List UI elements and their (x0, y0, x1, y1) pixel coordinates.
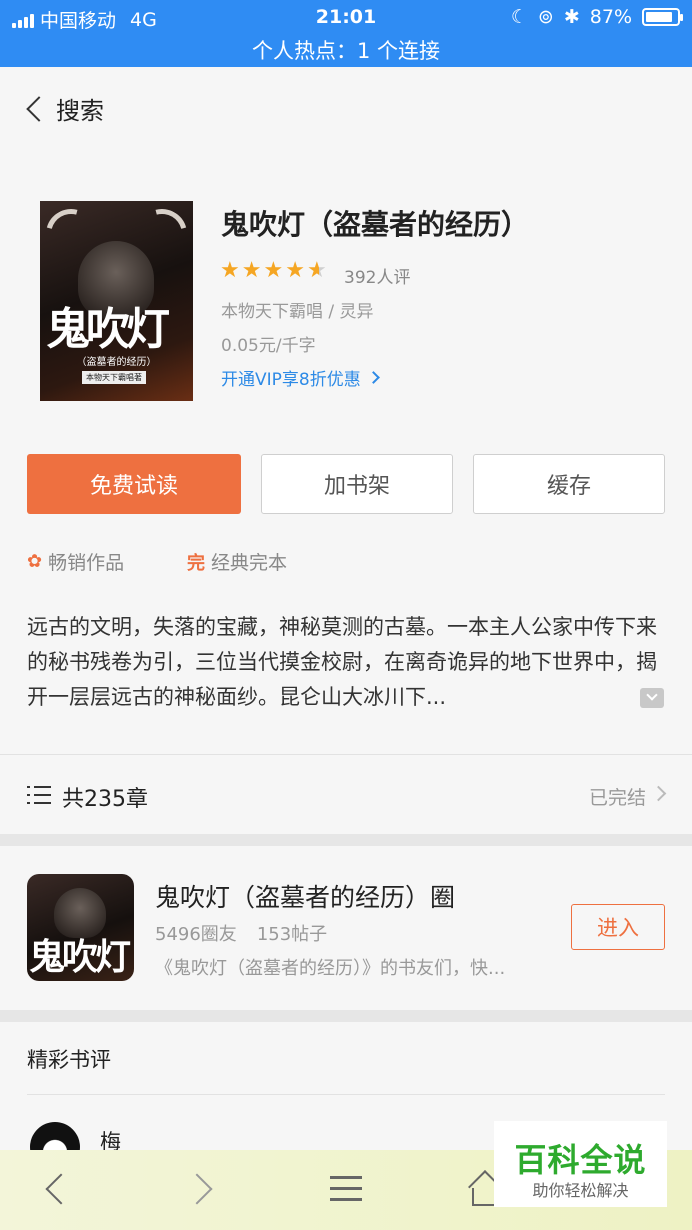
battery-percent: 87% (589, 6, 632, 28)
tag-complete: 完 经典完本 (187, 548, 287, 575)
completion-status: 已完结 (588, 787, 646, 809)
watermark-title: 百科全说 (514, 1141, 647, 1179)
add-to-shelf-button[interactable]: 加书架 (261, 454, 453, 514)
cover-title: 鬼吹灯 (46, 304, 170, 355)
list-icon (27, 785, 51, 805)
book-tags: ✿ 畅销作品 完 经典完本 (27, 548, 667, 576)
chapter-count: 共235章 (62, 787, 148, 812)
nav-header: 搜索 (0, 67, 692, 147)
book-description[interactable]: 远古的文明，失落的宝藏，神秘莫测的古墓。一本主人公家中传下来的秘书残卷为引，三位… (27, 610, 667, 715)
badge-icon: ✿ (27, 551, 43, 572)
moon-icon: ☾ (510, 6, 528, 28)
cover-subtitle: （盗墓者的经历） (76, 357, 157, 368)
circle-posts: 153帖子 (256, 924, 328, 945)
rating-count[interactable]: 392人评 (344, 263, 410, 288)
back-button[interactable]: 搜索 (22, 91, 104, 126)
tag-label: 经典完本 (211, 552, 288, 574)
star-icon: ★ (220, 258, 240, 283)
lock-rotation-icon: ⊚ (537, 6, 554, 28)
circle-name: 鬼吹灯（盗墓者的经历）圈 (155, 883, 456, 912)
circle-stats: 5496圈友 153帖子 (155, 920, 327, 946)
free-read-button[interactable]: 免费试读 (27, 454, 241, 514)
bluetooth-icon: ✱ (563, 6, 580, 28)
circle-members: 5496圈友 (155, 924, 237, 945)
book-info: 鬼吹灯 （盗墓者的经历） 本物天下霸唱著 鬼吹灯（盗墓者的经历） ★ ★ ★ ★… (0, 147, 692, 447)
vip-promo-link[interactable]: 开通VIP享8折优惠 (221, 365, 380, 390)
rating-stars: ★ ★ ★ ★ ★ (220, 260, 327, 282)
chevron-left-icon (26, 95, 52, 122)
tag-bestseller: ✿ 畅销作品 (27, 548, 124, 575)
forward-arrow-icon[interactable] (181, 1173, 213, 1205)
chapter-list-row[interactable]: 共235章 已完结 (0, 754, 692, 834)
star-icon: ★ (241, 258, 262, 283)
action-buttons: 免费试读 加书架 缓存 (0, 454, 692, 516)
book-author[interactable]: 本物天下霸唱 / 灵异 (221, 297, 374, 322)
battery-icon (642, 8, 683, 26)
menu-icon[interactable] (330, 1176, 362, 1202)
half-star-icon: ★ (306, 258, 327, 283)
book-title: 鬼吹灯（盗墓者的经历） (221, 208, 530, 241)
book-cover[interactable]: 鬼吹灯 （盗墓者的经历） 本物天下霸唱著 (40, 201, 193, 401)
chevron-right-icon (650, 785, 667, 802)
reviews-title: 精彩书评 (27, 1048, 111, 1072)
watermark-subtitle: 助你轻松解决 (532, 1181, 629, 1200)
vip-promo-label: 开通VIP享8折优惠 (221, 370, 361, 390)
back-arrow-icon[interactable] (45, 1173, 77, 1205)
enter-circle-button[interactable]: 进入 (571, 904, 665, 950)
book-circle[interactable]: 鬼吹灯 鬼吹灯（盗墓者的经历）圈 5496圈友 153帖子 《鬼吹灯（盗墓者的经… (0, 846, 692, 1010)
back-label: 搜索 (56, 97, 104, 125)
cover-author: 本物天下霸唱著 (82, 371, 146, 384)
cache-button[interactable]: 缓存 (473, 454, 665, 514)
hotspot-banner[interactable]: 个人热点：1 个连接 (0, 35, 692, 65)
status-bar: 中国移动 4G 21:01 ☾ ⊚ ✱ 87% 个人热点：1 个连接 (0, 0, 692, 67)
section-divider (0, 834, 692, 846)
expand-icon[interactable] (640, 688, 664, 708)
chevron-right-icon (366, 371, 380, 384)
tag-label: 畅销作品 (48, 552, 125, 574)
book-price: 0.05元/千字 (221, 336, 316, 356)
watermark-logo: 百科全说 助你轻松解决 (494, 1121, 667, 1207)
complete-icon: 完 (187, 552, 205, 574)
circle-cover: 鬼吹灯 (27, 874, 134, 981)
star-icon: ★ (285, 258, 305, 283)
section-divider (0, 1010, 692, 1022)
circle-description: 《鬼吹灯（盗墓者的经历）》的书友们，快... (155, 958, 506, 979)
circle-cover-title: 鬼吹灯 (29, 936, 131, 978)
star-icon: ★ (263, 258, 284, 283)
divider (27, 1094, 665, 1095)
